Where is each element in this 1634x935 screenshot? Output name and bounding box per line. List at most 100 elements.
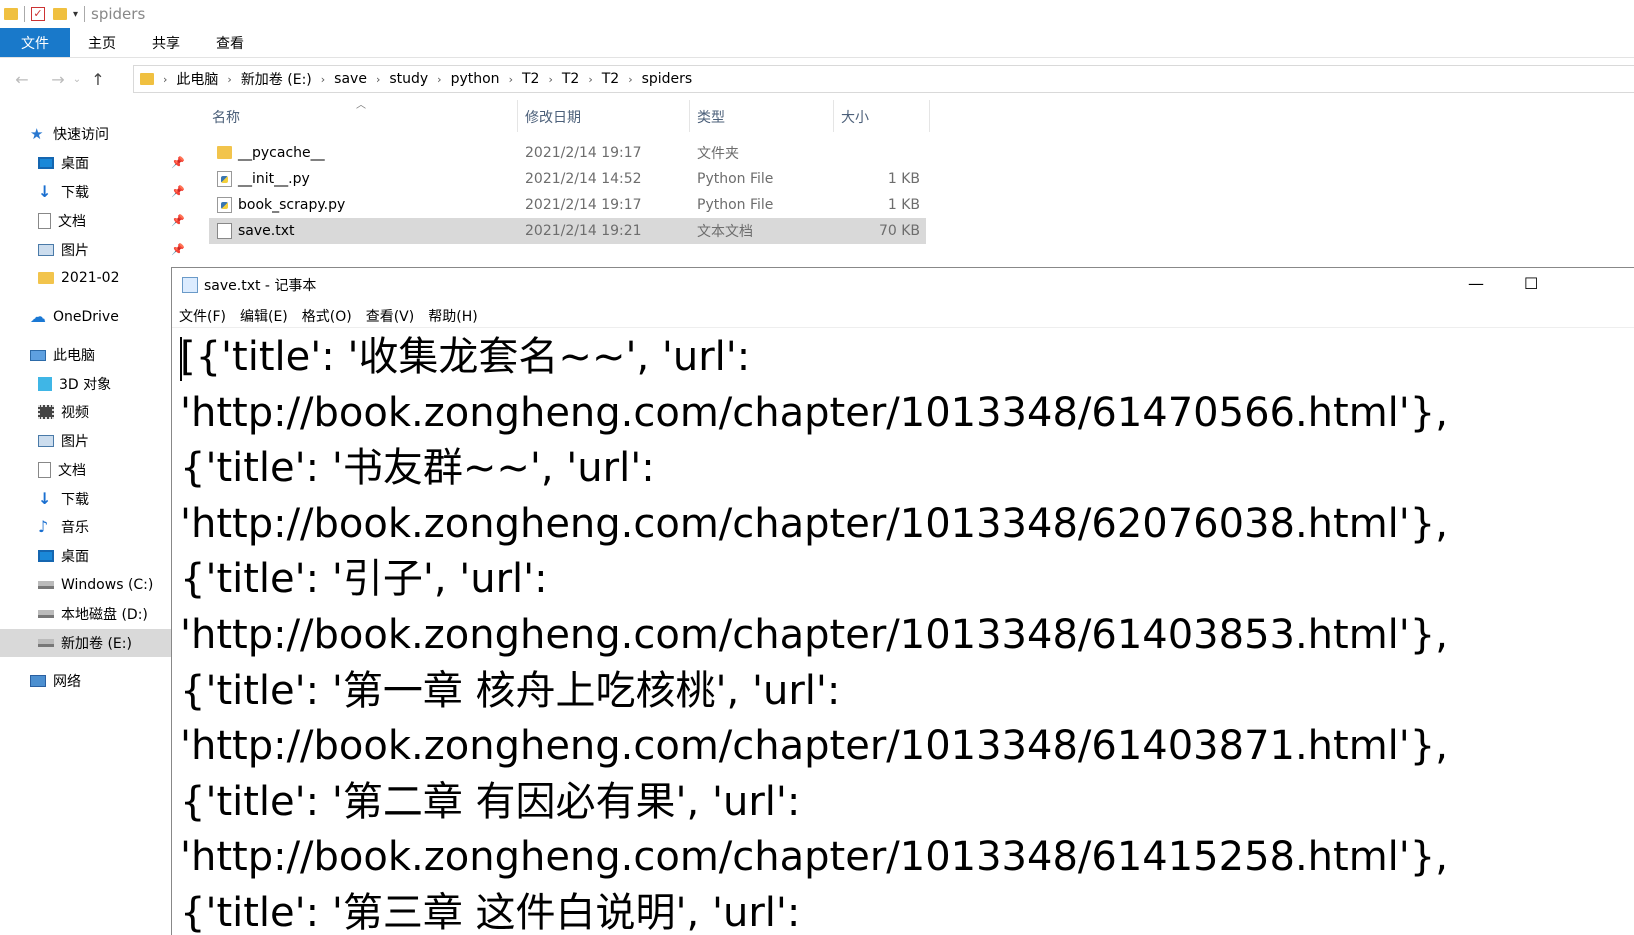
notepad-text-area[interactable]: [{'title': '收集龙套名~~', 'url': 'http://boo…: [180, 330, 1620, 935]
sidebar-item-downloads[interactable]: ↓ 下载: [38, 485, 190, 513]
sidebar-item-quick-access[interactable]: ★ 快速访问: [30, 120, 190, 148]
sidebar-item-label: 文档: [58, 463, 86, 479]
sidebar-item-drive-d[interactable]: 本地磁盘 (D:): [38, 600, 190, 628]
sidebar-item-label: 新加卷 (E:): [61, 636, 132, 652]
chevron-right-icon[interactable]: ›: [509, 73, 513, 86]
new-folder-icon[interactable]: [53, 8, 67, 20]
tab-home[interactable]: 主页: [70, 28, 134, 57]
onedrive-icon: ☁: [30, 307, 46, 326]
download-icon: ↓: [38, 489, 52, 508]
chevron-right-icon[interactable]: ›: [227, 73, 231, 86]
menu-view[interactable]: 查看(V): [366, 306, 415, 326]
column-header-type[interactable]: 类型: [697, 102, 725, 132]
sidebar-item-documents[interactable]: 文档: [38, 207, 190, 235]
tab-share[interactable]: 共享: [134, 28, 198, 57]
sidebar-item-music[interactable]: ♪ 音乐: [38, 513, 190, 541]
sidebar-item-3d-objects[interactable]: 3D 对象: [38, 370, 190, 398]
breadcrumb-this-pc[interactable]: 此电脑: [176, 69, 218, 89]
minimize-icon[interactable]: —: [1468, 274, 1484, 293]
sidebar-item-label: 此电脑: [53, 348, 95, 364]
column-header-name[interactable]: 名称: [212, 102, 240, 132]
python-file-icon: [217, 171, 232, 187]
sidebar-item-desktop[interactable]: 桌面: [38, 149, 190, 177]
chevron-right-icon[interactable]: ›: [163, 73, 167, 86]
forward-arrow-icon[interactable]: →: [46, 70, 70, 89]
chevron-right-icon[interactable]: ›: [548, 73, 552, 86]
chevron-right-icon[interactable]: ›: [588, 73, 592, 86]
column-divider[interactable]: [833, 100, 834, 132]
sidebar-item-videos[interactable]: 视频: [38, 398, 190, 426]
file-name: save.txt: [238, 223, 295, 239]
ribbon-tabs: 文件 主页 共享 查看: [0, 28, 1634, 58]
column-divider[interactable]: [517, 100, 518, 132]
text-line-content: [{'title': '收集龙套名~~', 'url':: [180, 334, 751, 380]
maximize-icon[interactable]: ☐: [1524, 274, 1538, 293]
tab-file[interactable]: 文件: [0, 28, 70, 57]
column-divider[interactable]: [689, 100, 690, 132]
breadcrumb-save[interactable]: save: [334, 71, 367, 87]
breadcrumb-study[interactable]: study: [389, 71, 428, 87]
menu-edit[interactable]: 编辑(E): [240, 306, 288, 326]
explorer-title-bar: ✓ ▾ spiders: [0, 0, 1634, 28]
sidebar-item-pictures[interactable]: 图片: [38, 427, 190, 455]
folder-icon: [4, 8, 18, 20]
file-row-selected[interactable]: save.txt 2021/2/14 19:21 文本文档 70 KB: [209, 218, 926, 244]
sidebar-item-network[interactable]: 网络: [30, 667, 190, 695]
menu-file[interactable]: 文件(F): [179, 306, 226, 326]
sidebar-item-label: 桌面: [61, 156, 89, 172]
breadcrumb-t2[interactable]: T2: [562, 71, 579, 87]
chevron-right-icon[interactable]: ›: [437, 73, 441, 86]
sidebar-item-label: 文档: [58, 214, 86, 230]
text-line: 'http://book.zongheng.com/chapter/101334…: [180, 389, 1448, 436]
music-icon: ♪: [38, 517, 49, 536]
desktop-icon: [38, 550, 54, 562]
file-row[interactable]: book_scrapy.py 2021/2/14 19:17 Python Fi…: [209, 192, 926, 218]
menu-format[interactable]: 格式(O): [302, 306, 352, 326]
breadcrumb-t2[interactable]: T2: [602, 71, 619, 87]
chevron-right-icon[interactable]: ›: [628, 73, 632, 86]
menu-help[interactable]: 帮助(H): [428, 306, 477, 326]
sidebar-item-label: 3D 对象: [59, 377, 112, 393]
notepad-title-bar[interactable]: save.txt - 记事本 — ☐: [172, 268, 1634, 302]
breadcrumb-drive-e[interactable]: 新加卷 (E:): [241, 69, 312, 89]
sidebar-item-documents[interactable]: 文档: [38, 456, 190, 484]
pin-icon[interactable]: 📌: [171, 243, 185, 256]
breadcrumb-python[interactable]: python: [451, 71, 500, 87]
chevron-right-icon[interactable]: ›: [376, 73, 380, 86]
pin-icon[interactable]: 📌: [171, 156, 185, 169]
up-arrow-icon[interactable]: ↑: [86, 70, 110, 89]
videos-icon: [38, 405, 54, 419]
sidebar-item-downloads[interactable]: ↓ 下载: [38, 178, 190, 206]
breadcrumb-spiders[interactable]: spiders: [642, 71, 693, 87]
sidebar-item-this-pc[interactable]: 此电脑: [30, 341, 190, 369]
sidebar-item-drive-e[interactable]: 新加卷 (E:): [0, 629, 171, 657]
chevron-right-icon[interactable]: ›: [321, 73, 325, 86]
sidebar-item-pictures[interactable]: 图片: [38, 236, 190, 264]
column-header-size[interactable]: 大小: [841, 102, 869, 132]
file-row[interactable]: __init__.py 2021/2/14 14:52 Python File …: [209, 166, 926, 192]
sidebar-item-2021-02[interactable]: 2021-02: [38, 264, 190, 292]
star-icon: ★: [30, 125, 44, 143]
file-row[interactable]: __pycache__ 2021/2/14 19:17 文件夹: [209, 140, 926, 166]
file-type: 文件夹: [697, 146, 739, 162]
pictures-icon: [38, 435, 54, 447]
chevron-down-icon[interactable]: ▾: [73, 9, 78, 20]
text-file-icon: [217, 223, 232, 239]
drive-icon: [38, 639, 54, 647]
column-divider[interactable]: [929, 100, 930, 132]
sidebar-item-drive-c[interactable]: Windows (C:): [38, 571, 190, 599]
sidebar-item-desktop[interactable]: 桌面: [38, 542, 190, 570]
tab-view[interactable]: 查看: [198, 28, 262, 57]
pin-icon[interactable]: 📌: [171, 185, 185, 198]
navigation-bar: ← → ⌄ ↑ › 此电脑 › 新加卷 (E:) › save › study …: [0, 63, 1634, 95]
properties-icon[interactable]: ✓: [31, 7, 45, 21]
pin-icon[interactable]: 📌: [171, 214, 185, 227]
back-arrow-icon[interactable]: ←: [10, 70, 34, 89]
recent-dropdown-icon[interactable]: ⌄: [70, 74, 84, 85]
sidebar-item-label: Windows (C:): [61, 577, 154, 593]
sidebar-item-onedrive[interactable]: ☁ OneDrive: [30, 303, 190, 331]
document-icon: [38, 462, 51, 478]
address-bar[interactable]: › 此电脑 › 新加卷 (E:) › save › study › python…: [133, 65, 1634, 93]
breadcrumb-t2[interactable]: T2: [522, 71, 539, 87]
column-header-date[interactable]: 修改日期: [525, 102, 581, 132]
